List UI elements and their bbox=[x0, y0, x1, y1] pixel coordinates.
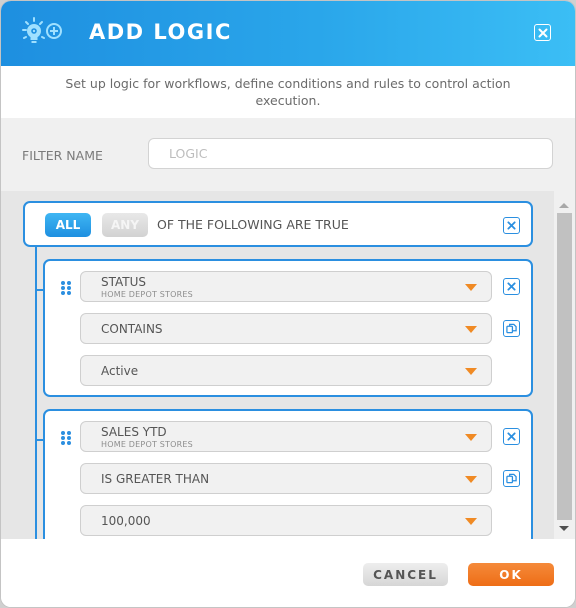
delete-group-button[interactable] bbox=[503, 217, 520, 234]
close-icon bbox=[507, 432, 516, 441]
scroll-up-arrow-icon[interactable] bbox=[559, 203, 569, 208]
group-description: OF THE FOLLOWING ARE TRUE bbox=[157, 217, 349, 232]
condition-value: 100,000 bbox=[101, 514, 151, 528]
scroll-down-arrow-icon[interactable] bbox=[559, 526, 569, 531]
condition-value: Active bbox=[101, 364, 139, 378]
add-logic-dialog: ADD LOGIC Set up logic for workflows, de… bbox=[1, 1, 575, 607]
operator-select[interactable]: CONTAINS bbox=[80, 313, 492, 344]
field-name: SALES YTD bbox=[101, 425, 167, 439]
logic-builder-area: ALL ANY OF THE FOLLOWING ARE TRUE STATUS… bbox=[1, 191, 554, 539]
condition-card: SALES YTD HOME DEPOT STORES IS GREATER T… bbox=[43, 409, 533, 539]
chevron-down-icon bbox=[465, 518, 477, 525]
field-select[interactable]: STATUS HOME DEPOT STORES bbox=[80, 271, 492, 302]
operator-value: CONTAINS bbox=[101, 322, 163, 336]
drag-handle-icon[interactable] bbox=[60, 280, 72, 296]
chevron-down-icon bbox=[465, 434, 477, 441]
duplicate-condition-button[interactable] bbox=[503, 470, 520, 487]
scrollbar-thumb[interactable] bbox=[557, 213, 572, 520]
value-select[interactable]: 100,000 bbox=[80, 505, 492, 536]
field-name: STATUS bbox=[101, 275, 147, 289]
close-icon bbox=[538, 28, 547, 37]
ok-button[interactable]: OK bbox=[468, 563, 554, 586]
chevron-down-icon bbox=[465, 284, 477, 291]
delete-condition-button[interactable] bbox=[503, 278, 520, 295]
field-source: HOME DEPOT STORES bbox=[101, 290, 193, 299]
match-all-toggle[interactable]: ALL bbox=[45, 213, 91, 237]
condition-card: STATUS HOME DEPOT STORES CONTAINS Active bbox=[43, 259, 533, 397]
cancel-button[interactable]: CANCEL bbox=[363, 563, 448, 586]
close-icon bbox=[507, 221, 516, 230]
filter-name-label: FILTER NAME bbox=[22, 148, 103, 163]
close-button[interactable] bbox=[534, 24, 551, 41]
delete-condition-button[interactable] bbox=[503, 428, 520, 445]
filter-name-row: FILTER NAME bbox=[1, 118, 575, 191]
field-source: HOME DEPOT STORES bbox=[101, 440, 193, 449]
vertical-scrollbar[interactable] bbox=[554, 191, 575, 539]
duplicate-condition-button[interactable] bbox=[503, 320, 520, 337]
tree-branch-2 bbox=[35, 439, 43, 441]
lightbulb-gear-plus-icon bbox=[22, 17, 62, 43]
dialog-header: ADD LOGIC bbox=[1, 1, 575, 66]
copy-icon bbox=[506, 473, 517, 484]
tree-branch-1 bbox=[35, 289, 43, 291]
dialog-title: ADD LOGIC bbox=[89, 20, 232, 44]
condition-group-header: ALL ANY OF THE FOLLOWING ARE TRUE bbox=[23, 201, 533, 247]
drag-handle-icon[interactable] bbox=[60, 430, 72, 446]
chevron-down-icon bbox=[465, 476, 477, 483]
dialog-footer: CANCEL OK bbox=[1, 539, 575, 607]
operator-select[interactable]: IS GREATER THAN bbox=[80, 463, 492, 494]
chevron-down-icon bbox=[465, 368, 477, 375]
filter-name-input[interactable] bbox=[148, 138, 553, 169]
copy-icon bbox=[506, 323, 517, 334]
operator-value: IS GREATER THAN bbox=[101, 472, 210, 486]
chevron-down-icon bbox=[465, 326, 477, 333]
field-select[interactable]: SALES YTD HOME DEPOT STORES bbox=[80, 421, 492, 452]
match-any-toggle[interactable]: ANY bbox=[102, 213, 148, 237]
close-icon bbox=[507, 282, 516, 291]
dialog-description: Set up logic for workflows, define condi… bbox=[65, 76, 511, 108]
value-select[interactable]: Active bbox=[80, 355, 492, 386]
